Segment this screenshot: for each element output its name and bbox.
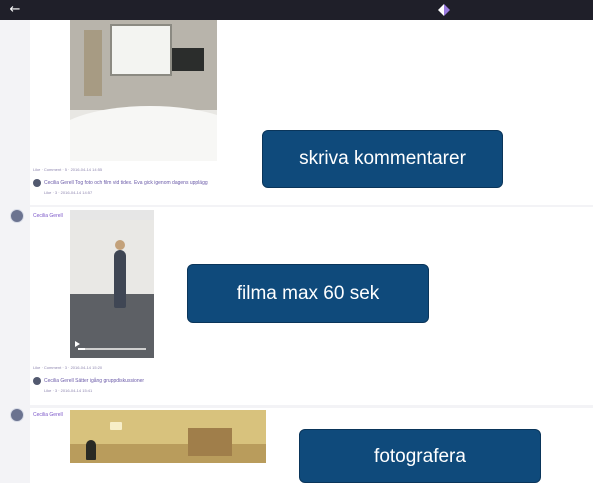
- post-photo[interactable]: [70, 410, 266, 463]
- post-photo[interactable]: [70, 20, 217, 161]
- top-bar: ←: [0, 0, 593, 20]
- app-logo-icon: [438, 4, 450, 16]
- comment-author[interactable]: Cecilia Gerell: [44, 180, 74, 186]
- back-arrow-icon[interactable]: ←: [8, 3, 22, 17]
- photo-shelf: [188, 428, 232, 456]
- photo-door: [84, 30, 102, 96]
- photo-table: [70, 106, 217, 161]
- video-progress-fill: [78, 348, 85, 350]
- photo-light: [110, 422, 122, 430]
- comment-body: Sätter igång gruppdiskussioner: [75, 378, 145, 384]
- video-wall: [70, 220, 154, 294]
- comment-text: Cecilia Gerell Sätter igång gruppdiskuss…: [44, 378, 144, 384]
- post-video[interactable]: [70, 210, 154, 358]
- video-person: [114, 250, 126, 308]
- comment-author[interactable]: Cecilia Gerell: [44, 378, 74, 384]
- play-icon[interactable]: [75, 341, 80, 347]
- callout-video: filma max 60 sek: [187, 264, 429, 323]
- avatar: [33, 377, 41, 385]
- comment-body: Tog foto och film vid tidex. Eva gick ig…: [75, 180, 208, 186]
- comment-meta[interactable]: Like · 3 · 2016-04-14 15:41: [44, 388, 92, 393]
- video-progress-bar[interactable]: [78, 348, 146, 350]
- post-author[interactable]: Cecilia Gerell: [33, 213, 63, 219]
- avatar: [10, 408, 24, 422]
- comment-text: Cecilia Gerell Tog foto och film vid tid…: [44, 180, 208, 186]
- photo-screen: [172, 48, 204, 71]
- post-meta[interactable]: Like · Comment · 5 · 2016-04-14 14:55: [33, 167, 102, 172]
- photo-person: [86, 440, 96, 460]
- post-author[interactable]: Cecilia Gerell: [33, 412, 63, 418]
- callout-comment: skriva kommentarer: [262, 130, 503, 188]
- photo-whiteboard: [110, 24, 172, 76]
- avatar: [33, 179, 41, 187]
- photo-back-wall: [70, 410, 266, 444]
- avatar: [10, 209, 24, 223]
- callout-photo: fotografera: [299, 429, 541, 483]
- comment-meta[interactable]: Like · 3 · 2016-04-14 14:57: [44, 190, 92, 195]
- video-person-head: [115, 240, 125, 250]
- post-meta[interactable]: Like · Comment · 3 · 2016-04-14 15:20: [33, 365, 102, 370]
